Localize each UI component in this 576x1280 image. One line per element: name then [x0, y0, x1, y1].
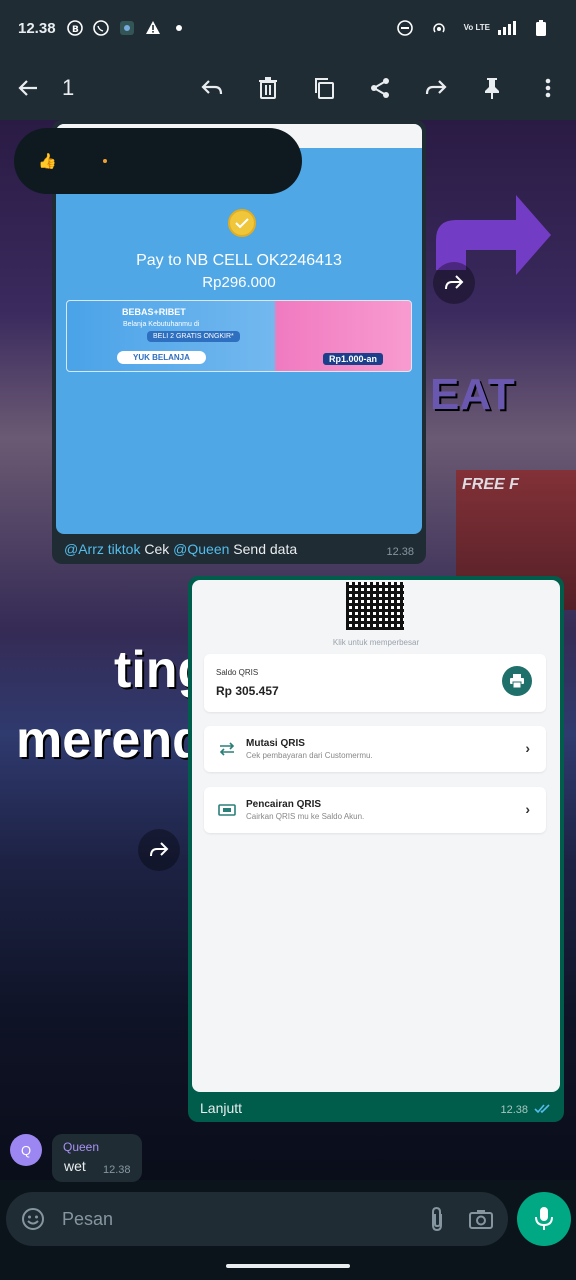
message-time: 12.38 [386, 546, 414, 558]
message-text: wet [64, 1158, 86, 1174]
camera-icon [469, 1210, 493, 1229]
microphone-icon [535, 1207, 553, 1230]
mention-queen[interactable]: @Queen [173, 541, 229, 557]
forward-shortcut-button[interactable] [433, 262, 475, 304]
share-button[interactable] [352, 56, 408, 120]
battery-icon [532, 19, 550, 37]
chevron-right-icon: › [525, 740, 530, 756]
forward-shortcut-button[interactable] [138, 829, 180, 871]
copy-icon [315, 78, 334, 99]
b-app-icon: B [66, 19, 84, 37]
camera-button[interactable] [466, 1204, 496, 1234]
pencairan-row: Pencairan QRIS Cairkan QRIS mu ke Saldo … [204, 787, 546, 833]
wallpaper-text-ff: FREE F [462, 476, 519, 493]
sender-name[interactable]: Queen [63, 1140, 99, 1154]
forward-icon [445, 275, 464, 290]
message-time: 12.38 [103, 1164, 131, 1176]
dot-icon [170, 19, 188, 37]
wallpaper-text-eat: EAT [430, 370, 515, 419]
pin-icon [485, 78, 499, 99]
mutasi-row: Mutasi QRIS Cek pembayaran dari Customer… [204, 726, 546, 772]
selection-action-bar: 1 [0, 56, 576, 120]
navigation-bar [0, 1250, 576, 1280]
delete-button[interactable] [240, 56, 296, 120]
emoji-button[interactable] [18, 1204, 48, 1234]
more-options-button[interactable] [520, 56, 576, 120]
copy-button[interactable] [296, 56, 352, 120]
signal-icon [498, 19, 516, 37]
chevron-right-icon: › [525, 801, 530, 817]
back-button[interactable] [0, 56, 56, 120]
qris-screenshot[interactable]: Klik untuk memperbesar Saldo QRIS Rp 305… [192, 580, 560, 1092]
more-icon [545, 78, 551, 98]
attach-button[interactable] [422, 1204, 452, 1234]
payment-title: Pay to NB CELL OK2246413 [136, 252, 342, 269]
print-icon [502, 666, 532, 696]
message-time: 12.38 [500, 1104, 528, 1116]
whatsapp-icon [92, 19, 110, 37]
mention-arrz[interactable]: @Arrz tiktok [64, 541, 140, 557]
hotspot-icon [430, 19, 448, 37]
forward-icon [425, 80, 447, 95]
pin-button[interactable] [464, 56, 520, 120]
forward-button[interactable] [408, 56, 464, 120]
promo-banner: BEBAS+RIBET Belanja Kebutuhanmu di BELI … [66, 300, 412, 372]
forward-icon [150, 842, 169, 857]
message-caption: @Arrz tiktok Cek @Queen Send data [64, 541, 298, 557]
qr-code-image [346, 582, 404, 630]
transfer-icon [219, 742, 235, 756]
reply-icon [201, 80, 223, 95]
emoji-icon [22, 1208, 44, 1230]
reply-button[interactable] [184, 56, 240, 120]
gesture-handle[interactable] [226, 1264, 350, 1268]
status-time: 12.38 [18, 19, 56, 37]
voice-message-button[interactable] [517, 1192, 571, 1246]
paperclip-icon [432, 1206, 442, 1232]
payment-amount: Rp296.000 [202, 274, 276, 291]
wallpaper-text-line2: merend [16, 711, 204, 769]
dnd-icon [396, 19, 414, 37]
volte-label: Vo LTE [463, 23, 490, 32]
saldo-card: Saldo QRIS Rp 305.457 [204, 654, 546, 712]
svg-text:B: B [72, 25, 79, 35]
share-icon [371, 78, 389, 98]
avatar[interactable]: Q [10, 1134, 42, 1166]
back-icon [18, 80, 37, 96]
wallpaper-arrow-graphic [436, 195, 551, 275]
cash-icon [218, 804, 236, 816]
app-icon [118, 19, 136, 37]
message-input-bar: Pesan [6, 1192, 508, 1246]
thumbs-up-icon[interactable]: 👍 [38, 152, 57, 170]
message-caption: Lanjutt [200, 1100, 243, 1116]
warning-icon [144, 19, 162, 37]
message-input[interactable]: Pesan [62, 1209, 408, 1230]
check-icon [228, 209, 256, 237]
status-bar: 12.38 B Vo LTE [0, 0, 576, 56]
selected-count: 1 [62, 75, 75, 100]
read-receipt-icon [534, 1104, 550, 1114]
message-incoming-text[interactable]: Queen wet 12.38 [52, 1134, 142, 1182]
message-outgoing-image[interactable]: Klik untuk memperbesar Saldo QRIS Rp 305… [188, 576, 564, 1122]
delete-icon [259, 77, 277, 99]
reaction-bar[interactable]: 👍 [14, 128, 302, 194]
